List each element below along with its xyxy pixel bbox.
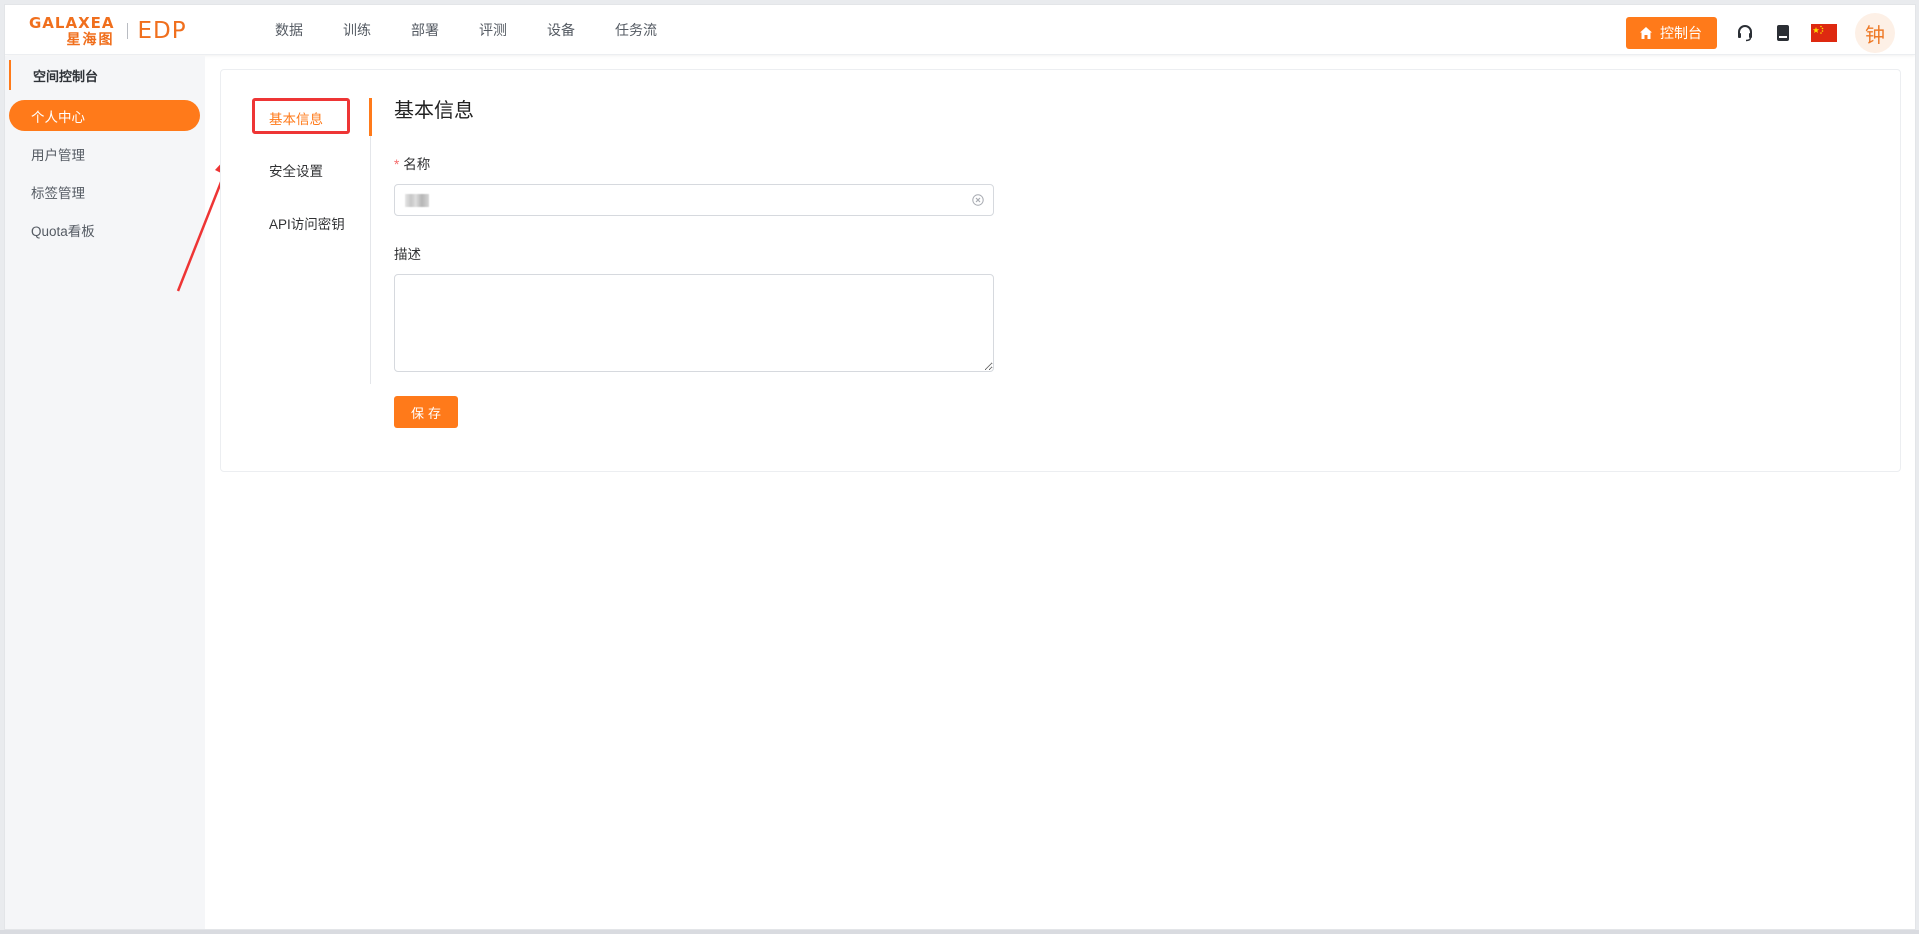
tabs-divider (370, 98, 371, 384)
settings-tabs: 基本信息 安全设置 API访问密钥 (221, 70, 372, 471)
form-title: 基本信息 (394, 100, 474, 122)
sidebar-item-tag-management[interactable]: 标签管理 (9, 176, 200, 207)
brand-logo[interactable]: GALAXEA 星海图 EDP (29, 13, 187, 49)
nav-evaluation[interactable]: 评测 (479, 20, 507, 40)
required-mark: * (394, 157, 400, 172)
sidebar-item-label: 用户管理 (31, 147, 85, 163)
user-avatar[interactable]: 钟 (1855, 13, 1895, 53)
tab-active-indicator (369, 98, 372, 136)
sidebar-item-label: 个人中心 (31, 109, 85, 125)
top-header: GALAXEA 星海图 EDP 数据 训练 部署 评测 设备 任务流 控制台 钟 (5, 5, 1915, 55)
home-icon (1639, 26, 1653, 40)
nav-devices[interactable]: 设备 (547, 20, 575, 40)
china-flag-icon[interactable] (1811, 24, 1837, 42)
sidebar-item-personal-center[interactable]: 个人中心 (9, 100, 200, 131)
sidebar-item-label: Quota看板 (31, 223, 95, 239)
tab-basic-info[interactable]: 基本信息 (269, 108, 323, 128)
console-button-label: 控制台 (1660, 25, 1702, 41)
console-button[interactable]: 控制台 (1626, 17, 1717, 49)
redacted-name-value (405, 194, 429, 207)
app-window: GALAXEA 星海图 EDP 数据 训练 部署 评测 设备 任务流 控制台 钟… (4, 4, 1916, 930)
sidebar-item-label: 标签管理 (31, 185, 85, 201)
logo-word: GALAXEA (29, 14, 115, 32)
name-label-text: 名称 (403, 157, 431, 172)
window-bottom-edge (0, 930, 1919, 934)
sidebar-item-quota-board[interactable]: Quota看板 (9, 214, 200, 245)
tab-api-access-key[interactable]: API访问密钥 (269, 213, 345, 233)
logo-product-name: EDP (137, 18, 187, 44)
logo-divider (126, 23, 128, 39)
sidebar-item-user-management[interactable]: 用户管理 (9, 138, 200, 169)
name-input[interactable] (395, 185, 993, 215)
nav-training[interactable]: 训练 (343, 20, 371, 40)
clear-icon[interactable] (972, 194, 984, 206)
description-label: 描述 (394, 247, 421, 262)
settings-card: 基本信息 安全设置 API访问密钥 基本信息 * 名称 描述 保存 (220, 69, 1901, 472)
header-actions: 控制台 钟 (1626, 13, 1895, 53)
sidebar-title: 空间控制台 (9, 60, 199, 90)
name-field (394, 184, 994, 216)
basic-info-form: 基本信息 * 名称 描述 保存 (394, 90, 1194, 428)
headset-icon[interactable] (1735, 23, 1755, 43)
description-textarea[interactable] (394, 274, 994, 372)
main-nav: 数据 训练 部署 评测 设备 任务流 (275, 5, 697, 55)
galaxea-logo: GALAXEA 星海图 (29, 15, 115, 47)
logo-chinese-name: 星海图 (66, 31, 115, 47)
save-button[interactable]: 保存 (394, 396, 458, 428)
book-icon[interactable] (1773, 23, 1793, 43)
name-label: * 名称 (394, 153, 1194, 173)
nav-workflow[interactable]: 任务流 (615, 20, 657, 40)
nav-deploy[interactable]: 部署 (411, 20, 439, 40)
nav-data[interactable]: 数据 (275, 20, 303, 40)
tab-security-settings[interactable]: 安全设置 (269, 160, 323, 180)
